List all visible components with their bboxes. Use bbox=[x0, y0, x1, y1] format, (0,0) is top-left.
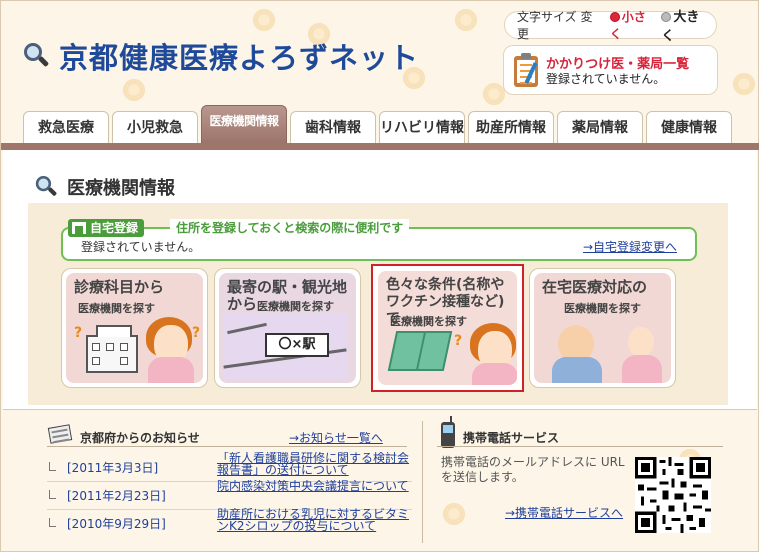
mobile-service-title: 携帯電話サービス bbox=[463, 431, 560, 445]
news-date: [2010年9月29日] bbox=[67, 517, 166, 531]
mobile-phone-icon bbox=[441, 416, 455, 448]
flower-decoration bbox=[251, 7, 277, 33]
card-subtitle: 医療機関を探す bbox=[257, 300, 334, 313]
card-title: 診療科目から bbox=[74, 278, 165, 296]
search-by-conditions-button[interactable]: 色々な条件(名称や ワクチン接種など)で 医療機関を探す ? bbox=[371, 264, 524, 392]
home-registration-desc: 住所を登録しておくと検索の際に便利です bbox=[170, 219, 410, 237]
news-link[interactable]: 院内感染対策中央会議提言について bbox=[217, 480, 412, 506]
card-subtitle: 医療機関を探す bbox=[564, 302, 641, 315]
notice-title: 京都府からのお知らせ bbox=[80, 431, 200, 445]
newspaper-icon bbox=[45, 424, 73, 446]
bullet-icon bbox=[49, 462, 56, 471]
station-sign: 〇×駅 bbox=[265, 333, 329, 357]
tab-midwifery[interactable]: 助産所情報 bbox=[468, 111, 554, 145]
site-title: 京都健康医療よろずネット bbox=[59, 41, 420, 75]
question-mark-icon: ? bbox=[192, 325, 201, 341]
page: 京都健康医療よろずネット 文字サイズ 変更 小さく 大きく かかりつけ医・薬局一… bbox=[0, 0, 759, 552]
mobile-service-section: 携帯電話サービス 携帯電話のメールアドレスに URL を送信します。 →携帯電話… bbox=[433, 416, 733, 548]
list-item: [2011年2月23日] 院内感染対策中央会議提言について bbox=[47, 480, 412, 510]
tab-pediatric-emergency[interactable]: 小児救急 bbox=[112, 111, 198, 145]
bullet-icon bbox=[49, 490, 56, 499]
flower-decoration bbox=[453, 7, 479, 33]
font-size-label: 文字サイズ 変更 bbox=[517, 10, 593, 41]
home-registration-box: 自宅登録 住所を登録しておくと検索の際に便利です 登録されていません。 →自宅登… bbox=[61, 219, 697, 261]
mobile-service-link[interactable]: →携帯電話サービスへ bbox=[505, 504, 623, 521]
tab-health[interactable]: 健康情報 bbox=[646, 111, 732, 145]
search-home-care-button[interactable]: 在宅医療対応の 医療機関を探す bbox=[529, 268, 676, 388]
bullet-icon bbox=[49, 518, 56, 527]
notice-section: 京都府からのお知らせ →お知らせ一覧へ [2011年3月3日] 「新人看護職員研… bbox=[31, 420, 415, 548]
home-registration-status: 登録されていません。 bbox=[81, 240, 201, 254]
news-link[interactable]: 「新人看護職員研修に関する検討会報告書」の送付について bbox=[217, 452, 412, 478]
news-date: [2011年2月23日] bbox=[67, 489, 166, 503]
card-title: 在宅医療対応の bbox=[542, 278, 648, 296]
site-logo[interactable]: 京都健康医療よろずネット bbox=[21, 35, 419, 77]
book-icon bbox=[387, 331, 453, 371]
tab-emergency[interactable]: 救急医療 bbox=[23, 111, 109, 145]
magnifier-icon bbox=[21, 41, 51, 71]
page-title: 医療機関情報 bbox=[67, 178, 175, 199]
magnifier-icon bbox=[33, 174, 59, 200]
clipboard-icon bbox=[511, 52, 541, 88]
notice-list-link[interactable]: →お知らせ一覧へ bbox=[289, 429, 383, 446]
tab-dental[interactable]: 歯科情報 bbox=[290, 111, 376, 145]
news-link[interactable]: 助産所における乳児に対するビタミンK2シロップの投与について bbox=[217, 508, 412, 534]
kakaritsuke-status: 登録されていません。 bbox=[546, 72, 666, 86]
home-registration-change-link[interactable]: →自宅登録変更へ bbox=[583, 238, 677, 255]
tab-pharmacy[interactable]: 薬局情報 bbox=[557, 111, 643, 145]
card-subtitle: 医療機関を探す bbox=[78, 302, 155, 315]
font-size-switcher: 文字サイズ 変更 小さく 大きく bbox=[504, 8, 717, 44]
map-icon: 〇×駅 bbox=[223, 313, 347, 379]
search-by-department-button[interactable]: 診療科目から 医療機関を探す ? ? bbox=[61, 268, 208, 388]
kakaritsuke-list[interactable]: かかりつけ医・薬局一覧 登録されていません。 bbox=[503, 45, 718, 95]
tab-medical-institution[interactable]: 医療機関情報 bbox=[201, 105, 287, 145]
nurse-illustration bbox=[628, 327, 654, 357]
mobile-service-desc: 携帯電話のメールアドレスに URL を送信します。 bbox=[441, 455, 625, 484]
section-heading: 医療機関情報 bbox=[31, 172, 175, 202]
radio-unselected-icon bbox=[661, 12, 672, 22]
tab-underline-bar bbox=[1, 143, 759, 150]
house-icon bbox=[72, 222, 86, 234]
font-size-large-option[interactable]: 大きく bbox=[661, 6, 712, 44]
list-item: [2011年3月3日] 「新人看護職員研修に関する検討会報告書」の送付について bbox=[47, 452, 412, 482]
card-subtitle: 医療機関を探す bbox=[390, 315, 467, 328]
hospital-icon bbox=[86, 325, 138, 373]
tab-rehabilitation[interactable]: リハビリ情報 bbox=[379, 111, 465, 145]
search-by-station-button[interactable]: 最寄の駅・観光地 から 医療機関を探す 〇×駅 bbox=[214, 268, 361, 388]
main-panel: 医療機関情報 自宅登録 住所を登録しておくと検索の際に便利です 登録されていませ… bbox=[3, 150, 757, 410]
news-date: [2011年3月3日] bbox=[67, 461, 159, 475]
font-size-small-option[interactable]: 小さく bbox=[609, 8, 658, 42]
radio-selected-icon bbox=[609, 12, 620, 22]
qr-code-icon bbox=[635, 457, 711, 533]
list-item: [2010年9月29日] 助産所における乳児に対するビタミンK2シロップの投与に… bbox=[47, 508, 412, 538]
section-divider bbox=[422, 421, 423, 543]
flower-decoration bbox=[731, 71, 757, 97]
question-mark-icon: ? bbox=[74, 325, 83, 341]
flower-decoration bbox=[121, 77, 147, 103]
home-registration-tag: 自宅登録 bbox=[68, 219, 145, 237]
main-nav-tabs: 救急医療 小児救急 医療機関情報 歯科情報 リハビリ情報 助産所情報 薬局情報 … bbox=[23, 105, 737, 145]
question-mark-icon: ? bbox=[454, 333, 463, 349]
